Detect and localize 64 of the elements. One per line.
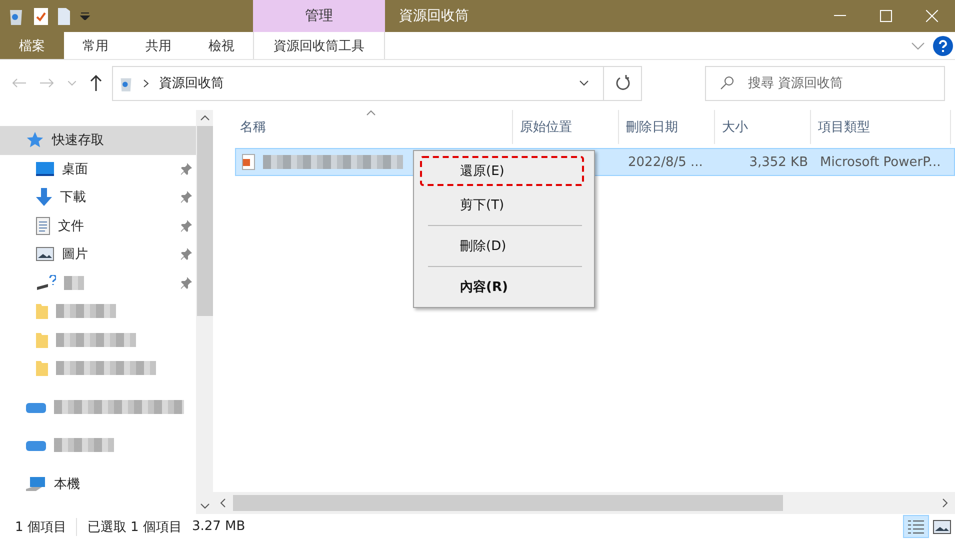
sidebar-item[interactable]: 快速存取 <box>0 126 196 154</box>
chevron-down-icon <box>579 80 589 86</box>
details-list-icon <box>907 518 925 534</box>
scrollbar-thumb[interactable] <box>233 495 783 511</box>
ribbon-tab[interactable]: 資源回收筒工具 <box>253 32 385 59</box>
folder-icon <box>36 332 48 348</box>
table-cell-text: 3,352 KB <box>748 154 809 170</box>
menu-item[interactable]: 內容(R) <box>420 272 584 302</box>
picture-icon <box>36 247 54 262</box>
star-icon <box>26 131 44 150</box>
folder-icon <box>36 360 48 376</box>
back-arrow-icon <box>12 78 26 88</box>
table-cell-text: 2022/8/5 ... <box>627 154 704 170</box>
help-icon <box>933 36 953 56</box>
column-header[interactable]: 項目類型 <box>811 110 951 144</box>
page-icon <box>58 8 70 24</box>
menu-item[interactable]: 剪下(T) <box>420 190 584 220</box>
blurred-text <box>64 276 84 290</box>
computer-icon <box>26 476 46 492</box>
column-header[interactable]: 刪除日期 <box>619 110 715 144</box>
chevron-right-icon <box>143 78 149 88</box>
forward-arrow-icon <box>40 78 54 88</box>
blurred-text <box>54 438 114 452</box>
details-view-button[interactable] <box>903 515 929 538</box>
column-header[interactable]: 名稱 <box>233 110 513 144</box>
context-tab-title: 管理 <box>253 0 385 32</box>
column-header[interactable]: 原始位置 <box>513 110 619 144</box>
search-box[interactable]: 搜尋 資源回收筒 <box>705 66 945 100</box>
status-text: 1 個項目 <box>15 518 78 536</box>
column-header[interactable]: 大小 <box>715 110 811 144</box>
chevron-down-icon <box>911 42 925 50</box>
table-cell-text: Microsoft PowerP... <box>819 154 942 170</box>
minimize-icon <box>834 15 846 17</box>
close-icon <box>926 10 938 22</box>
maximize-icon <box>880 10 892 22</box>
sidebar-item[interactable]: 下載 <box>0 183 196 212</box>
ribbon-tab[interactable]: 檔案 <box>0 32 64 59</box>
menu-item[interactable]: 刪除(D) <box>420 231 584 261</box>
window-title: 資源回收筒 <box>398 7 470 26</box>
presentation-file-icon <box>242 154 255 170</box>
search-icon <box>720 76 734 90</box>
address-path: 資源回收筒 <box>159 75 225 92</box>
drive-icon <box>36 274 56 291</box>
menu-item[interactable]: 還原(E) <box>420 156 584 186</box>
recycle-bin-icon <box>8 7 24 25</box>
checklist-icon <box>34 8 48 24</box>
dropdown-icon <box>80 12 90 20</box>
scrollbar-thumb[interactable] <box>196 126 212 316</box>
up-arrow-icon <box>90 75 102 91</box>
address-bar[interactable]: 資源回收筒 <box>112 66 642 100</box>
down-arrow-icon <box>36 188 52 206</box>
status-text: 已選取 1 個項目 <box>87 518 183 536</box>
desktop-icon <box>36 162 54 176</box>
chevron-down-icon <box>68 80 76 86</box>
blurred-text <box>56 304 116 318</box>
sidebar-item[interactable]: 本機 <box>0 470 196 498</box>
document-icon <box>36 216 50 235</box>
folder-icon <box>36 303 48 320</box>
sidebar-item[interactable]: 文件 <box>0 212 196 240</box>
picture-icon <box>933 520 951 534</box>
refresh-icon <box>614 75 630 91</box>
sidebar-item[interactable]: 桌面 <box>0 154 196 183</box>
status-text: 3.27 MB <box>192 519 246 534</box>
sidebar-item[interactable]: 圖片 <box>0 240 196 268</box>
